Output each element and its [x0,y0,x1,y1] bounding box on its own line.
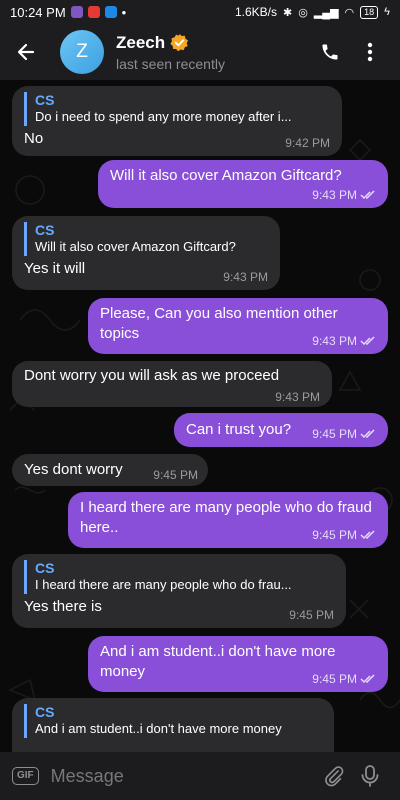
notification-app-icon [87,6,100,18]
double-check-icon [360,336,375,346]
wifi-icon: ◠ [344,6,355,19]
message-meta: 9:43 PM [312,334,376,348]
kebab-menu-icon [367,42,373,62]
status-bar-left: 10:24 PM • [10,5,126,20]
microphone-icon [361,765,379,787]
reply-snippet: And i am student..i don't have more mone… [35,721,282,736]
message-text: Will it also cover Amazon Giftcard? [110,167,342,184]
avatar[interactable]: Z [60,30,104,74]
message-meta: 9:45 PM [312,528,376,542]
chat-title[interactable]: Zeech last seen recently [116,33,310,72]
message-meta: 9:43 PM [312,188,376,202]
network-speed: 1.6KB/s [234,5,277,19]
reply-author: CS [35,222,55,238]
status-bar-right: 1.6KB/s ✱ ◎ ▂▄▆ ◠ 18 ϟ [235,5,390,19]
message-bubble-outgoing[interactable]: Will it also cover Amazon Giftcard? 9:43… [98,160,388,208]
back-arrow-icon [17,43,35,61]
message-composer: GIF [0,752,400,800]
reply-author: CS [35,704,55,720]
verified-badge-icon [170,33,189,52]
message-bubble-incoming[interactable]: CS Do i need to spend any more money aft… [12,86,342,156]
message-bubble-incoming[interactable]: CS And i am student..i don't have more m… [12,698,334,752]
double-check-icon [360,429,375,439]
reply-quote[interactable]: CS Do i need to spend any more money aft… [24,92,330,126]
contact-name: Zeech [116,32,166,52]
message-text: Yes there is [24,598,102,615]
message-time: 9:45 PM [153,468,198,482]
message-text: No [24,130,44,147]
message-meta: 9:45 PM [312,427,376,441]
reply-snippet: Do i need to spend any more money after … [35,109,292,124]
message-meta: 9:45 PM [153,468,198,482]
reply-quote[interactable]: CS And i am student..i don't have more m… [24,704,322,738]
message-input[interactable] [50,765,316,787]
more-notifications-dot: • [121,4,127,20]
reply-author: CS [35,92,55,108]
chat-area[interactable]: CS Do i need to spend any more money aft… [0,80,400,752]
message-meta: 9:45 PM [312,672,376,686]
message-bubble-outgoing[interactable]: Please, Can you also mention other topic… [88,298,388,354]
gif-button[interactable]: GIF [12,767,39,785]
message-bubble-outgoing[interactable]: And i am student..i don't have more mone… [88,636,388,692]
message-bubble-outgoing[interactable]: Can i trust you? 9:45 PM [174,413,388,447]
double-check-icon [360,674,375,684]
bluetooth-icon: ✱ [283,6,293,19]
voice-record-button[interactable] [352,758,388,794]
message-time: 9:45 PM [289,608,334,622]
message-time: 9:42 PM [285,136,330,150]
attach-button[interactable] [316,758,352,794]
message-time: 9:45 PM [312,672,357,686]
message-time: 9:43 PM [223,270,268,284]
notification-app-icon [70,6,83,18]
more-options-button[interactable] [350,32,390,72]
phone-icon [322,44,338,60]
reply-quote[interactable]: CS I heard there are many people who do … [24,560,334,594]
call-button[interactable] [310,32,350,72]
double-check-icon [360,530,375,540]
message-bubble-outgoing[interactable]: I heard there are many people who do fra… [68,492,388,548]
reply-author: CS [35,560,55,576]
hotspot-icon: ◎ [298,6,308,19]
name-row: Zeech [116,33,310,53]
message-text: Dont worry you will ask as we proceed [24,367,280,384]
status-bar: 10:24 PM • 1.6KB/s ✱ ◎ ▂▄▆ ◠ 18 ϟ [0,0,400,24]
clock: 10:24 PM [10,4,66,20]
message-time: 9:45 PM [312,528,357,542]
notification-app-icon [104,6,117,18]
message-meta: 9:43 PM [275,390,320,404]
message-bubble-incoming[interactable]: Yes dont worry 9:45 PM [12,454,208,486]
reply-snippet: Will it also cover Amazon Giftcard? [35,239,236,254]
message-meta: 9:42 PM [285,136,330,150]
back-button[interactable] [10,36,42,68]
message-time: 9:45 PM [312,427,357,441]
signal-icon: ▂▄▆ [313,6,339,19]
charging-icon: ϟ [384,6,390,18]
battery-icon: 18 [360,5,379,19]
message-bubble-incoming[interactable]: Dont worry you will ask as we proceed 9:… [12,361,332,407]
message-time: 9:43 PM [312,334,357,348]
message-bubble-incoming[interactable]: CS I heard there are many people who do … [12,554,346,628]
message-meta: 9:43 PM [223,270,268,284]
message-bubble-incoming[interactable]: CS Will it also cover Amazon Giftcard? Y… [12,216,280,290]
double-check-icon [360,190,375,200]
chat-header: Z Zeech last seen recently [0,24,400,80]
reply-quote[interactable]: CS Will it also cover Amazon Giftcard? [24,222,268,256]
reply-snippet: I heard there are many people who do fra… [35,577,292,592]
paperclip-icon [325,766,344,787]
message-time: 9:43 PM [275,390,320,404]
message-meta: 9:45 PM [289,608,334,622]
message-time: 9:43 PM [312,188,357,202]
last-seen-status: last seen recently [116,55,225,72]
